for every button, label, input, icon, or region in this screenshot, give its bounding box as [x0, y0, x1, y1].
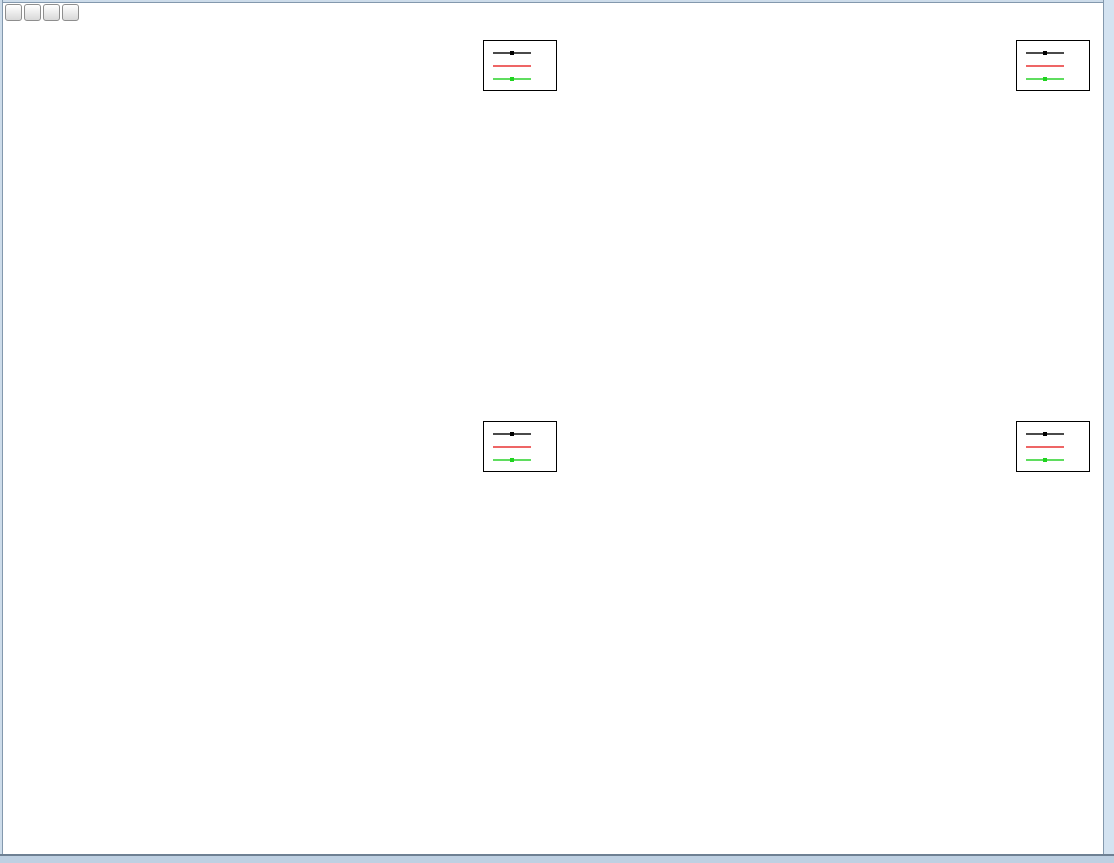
- window-border-left: [0, 0, 3, 863]
- diff-line-sample: [1026, 78, 1064, 80]
- legend-entry-diff: [491, 453, 546, 466]
- tab-layer-2[interactable]: [24, 4, 41, 21]
- legend-entry-data: [1024, 46, 1079, 59]
- diff-marker-icon: [510, 458, 514, 462]
- tab-layer-4[interactable]: [62, 4, 79, 21]
- layer-tab-strip: [5, 4, 79, 21]
- data-line-sample: [1026, 433, 1064, 435]
- legend-entry-diff: [491, 72, 546, 85]
- window-border-bottom: [0, 854, 1114, 863]
- diff-marker-icon: [1043, 458, 1047, 462]
- tab-layer-3[interactable]: [43, 4, 60, 21]
- diff-line-sample: [1026, 459, 1064, 461]
- calc-line-sample: [493, 446, 531, 448]
- data-line-sample: [1026, 52, 1064, 54]
- diff-marker-icon: [1043, 77, 1047, 81]
- legend-entry-data: [491, 427, 546, 440]
- diff-line-sample: [493, 459, 531, 461]
- legend-bottom[interactable]: [1016, 40, 1090, 91]
- legend-top[interactable]: [1016, 421, 1090, 472]
- legend-entry-data: [491, 46, 546, 59]
- window-border-right: [1103, 0, 1114, 863]
- calc-line-sample: [1026, 446, 1064, 448]
- diff-marker-icon: [510, 77, 514, 81]
- tab-layer-1[interactable]: [5, 4, 22, 21]
- plot-canvas[interactable]: [0, 0, 1114, 863]
- data-line-sample: [493, 52, 531, 54]
- calc-line-sample: [1026, 65, 1064, 67]
- data-marker-icon: [1043, 51, 1047, 55]
- data-marker-icon: [510, 432, 514, 436]
- window-border-top: [0, 0, 1114, 3]
- legend-entry-calc: [1024, 440, 1079, 453]
- legend-entry-calc: [491, 59, 546, 72]
- legend-bkwd[interactable]: [483, 40, 557, 91]
- data-marker-icon: [1043, 432, 1047, 436]
- legend-entry-calc: [491, 440, 546, 453]
- legend-fwd[interactable]: [483, 421, 557, 472]
- legend-entry-diff: [1024, 453, 1079, 466]
- data-marker-icon: [510, 51, 514, 55]
- data-line-sample: [493, 433, 531, 435]
- plot-window: [0, 0, 1114, 863]
- legend-entry-calc: [1024, 59, 1079, 72]
- calc-line-sample: [493, 65, 531, 67]
- diff-line-sample: [493, 78, 531, 80]
- legend-entry-diff: [1024, 72, 1079, 85]
- legend-entry-data: [1024, 427, 1079, 440]
